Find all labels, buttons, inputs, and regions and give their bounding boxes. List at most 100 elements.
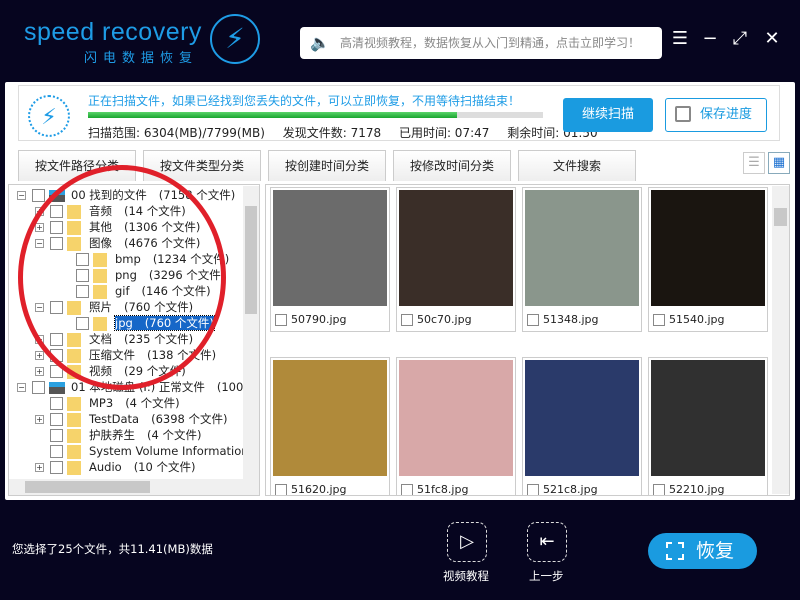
back-button[interactable]: ⇤ [527, 522, 567, 562]
file-thumbnail-card[interactable]: 51fc8.jpg [396, 357, 516, 496]
tree-checkbox[interactable] [50, 429, 63, 442]
tree-checkbox[interactable] [32, 189, 45, 202]
tab-file-search[interactable]: 文件搜索 [518, 150, 636, 181]
tree-checkbox[interactable] [50, 349, 63, 362]
expand-toggle-icon[interactable]: − [17, 191, 26, 200]
expand-toggle-icon[interactable]: + [35, 335, 44, 344]
tree-node-label: Audio(10 个文件) [89, 460, 195, 474]
play-icon: ▷ [460, 531, 474, 552]
file-checkbox[interactable] [527, 484, 539, 496]
tree-node[interactable]: + Audio(10 个文件) [35, 459, 195, 475]
tree-node-label: System Volume Information(2 [89, 444, 260, 458]
tree-node-label: jpg(760 个文件) [115, 316, 214, 330]
file-checkbox[interactable] [527, 314, 539, 326]
node-name: 视频 [89, 364, 112, 378]
tree-checkbox[interactable] [76, 317, 89, 330]
tree-checkbox[interactable] [76, 253, 89, 266]
folder-icon [67, 205, 81, 219]
tree-node[interactable]: + 视频 (29 个文件) [35, 363, 186, 379]
tree-node[interactable]: −图像(4676 个文件) [35, 235, 200, 251]
node-count: (4676 个文件) [124, 236, 200, 250]
tree-checkbox[interactable] [50, 237, 63, 250]
tab-by-type[interactable]: 按文件类型分类 [143, 150, 261, 181]
scan-progress-bar [88, 112, 543, 118]
tree-checkbox[interactable] [50, 221, 63, 234]
expand-toggle-icon[interactable]: + [35, 415, 44, 424]
file-checkbox[interactable] [653, 484, 665, 496]
logo-subtitle: 闪电数据恢复 [84, 47, 202, 66]
tree-node[interactable]: +文档(235 个文件) [35, 331, 193, 347]
menu-icon[interactable]: ☰ [668, 28, 692, 49]
tree-vertical-scrollbar[interactable] [243, 186, 259, 479]
tree-node[interactable]: −01 本地磁盘 (I:) 正常文件(10004 [17, 379, 258, 395]
thumbnail-image [651, 360, 765, 476]
expand-toggle-icon[interactable]: − [35, 239, 44, 248]
grid-view-icon[interactable]: ▦ [768, 152, 790, 174]
minimize-icon[interactable]: − [698, 28, 722, 49]
thumbnail-image [525, 190, 639, 306]
file-checkbox[interactable] [275, 314, 287, 326]
tree-node[interactable]: System Volume Information(2 [35, 443, 260, 459]
tree-node[interactable]: gif(146 个文件) [61, 283, 211, 299]
tree-checkbox[interactable] [50, 397, 63, 410]
tree-node-label: MP3(4 个文件) [89, 396, 180, 410]
tab-by-created[interactable]: 按创建时间分类 [268, 150, 386, 181]
tree-node[interactable]: + 其他(1306 个文件) [35, 219, 200, 235]
expand-toggle-icon[interactable]: + [35, 223, 44, 232]
save-progress-button[interactable]: 保存进度 [665, 98, 767, 132]
recover-button[interactable]: 恢复 [648, 533, 757, 569]
tree-node[interactable]: −照片(760 个文件) [35, 299, 193, 315]
file-thumbnail-card[interactable]: 50790.jpg [270, 187, 390, 332]
file-checkbox[interactable] [275, 484, 287, 496]
file-checkbox[interactable] [401, 314, 413, 326]
expand-toggle-icon[interactable]: − [35, 303, 44, 312]
tree-checkbox[interactable] [76, 285, 89, 298]
maximize-icon[interactable]: ⤢ [728, 28, 752, 49]
close-icon[interactable]: ✕ [760, 28, 784, 49]
expand-toggle-icon[interactable]: + [35, 351, 44, 360]
tree-node[interactable]: −00 找到的文件(7158 个文件) [17, 187, 235, 203]
expand-toggle-icon[interactable]: + [35, 207, 44, 216]
tree-node[interactable]: MP3(4 个文件) [35, 395, 180, 411]
file-thumbnail-card[interactable]: 50c70.jpg [396, 187, 516, 332]
tree-node[interactable]: +TestData(6398 个文件) [35, 411, 228, 427]
tab-by-path[interactable]: 按文件路径分类 [18, 150, 136, 181]
tree-checkbox[interactable] [32, 381, 45, 394]
tutorial-notice[interactable]: 🔈高清视频教程，数据恢复从入门到精通，点击立即学习！ [300, 27, 662, 59]
tree-checkbox[interactable] [50, 333, 63, 346]
tree-checkbox[interactable] [50, 413, 63, 426]
node-count: (29 个文件) [124, 364, 186, 378]
list-view-icon[interactable]: ☰ [743, 152, 765, 174]
tree-node[interactable]: bmp(1234 个文件) [61, 251, 229, 267]
expand-toggle-icon[interactable]: − [17, 383, 26, 392]
tree-horizontal-scrollbar[interactable] [9, 479, 259, 495]
tab-by-modified[interactable]: 按修改时间分类 [393, 150, 511, 181]
file-thumbnail-card[interactable]: 51348.jpg [522, 187, 642, 332]
file-thumbnail-card[interactable]: 521c8.jpg [522, 357, 642, 496]
tree-node[interactable]: 护肤养生(4 个文件) [35, 427, 201, 443]
expand-toggle-icon[interactable]: + [35, 367, 44, 376]
file-name: 51fc8.jpg [417, 483, 468, 496]
tree-checkbox[interactable] [50, 365, 63, 378]
file-thumbnail-card[interactable]: 51620.jpg [270, 357, 390, 496]
file-checkbox[interactable] [653, 314, 665, 326]
file-thumbnail-card[interactable]: 52210.jpg [648, 357, 768, 496]
continue-scan-button[interactable]: 继续扫描 [563, 98, 653, 132]
video-tutorial-button[interactable]: ▷ [447, 522, 487, 562]
selection-info: 您选择了25个文件，共11.41(MB)数据 [12, 541, 213, 557]
folder-icon [67, 349, 81, 363]
tree-checkbox[interactable] [50, 205, 63, 218]
tree-checkbox[interactable] [50, 461, 63, 474]
expand-toggle-icon[interactable]: + [35, 463, 44, 472]
tree-node-label: 其他(1306 个文件) [89, 220, 200, 234]
grid-vertical-scrollbar[interactable] [772, 186, 789, 494]
tree-checkbox[interactable] [50, 301, 63, 314]
tree-node[interactable]: png(3296 个文件) [61, 267, 225, 283]
tree-checkbox[interactable] [50, 445, 63, 458]
tree-checkbox[interactable] [76, 269, 89, 282]
file-checkbox[interactable] [401, 484, 413, 496]
file-thumbnail-card[interactable]: 51540.jpg [648, 187, 768, 332]
tree-node[interactable]: +压缩文件(138 个文件) [35, 347, 216, 363]
tree-node[interactable]: jpg(760 个文件) [61, 315, 214, 331]
tree-node[interactable]: +音频(14 个文件) [35, 203, 186, 219]
